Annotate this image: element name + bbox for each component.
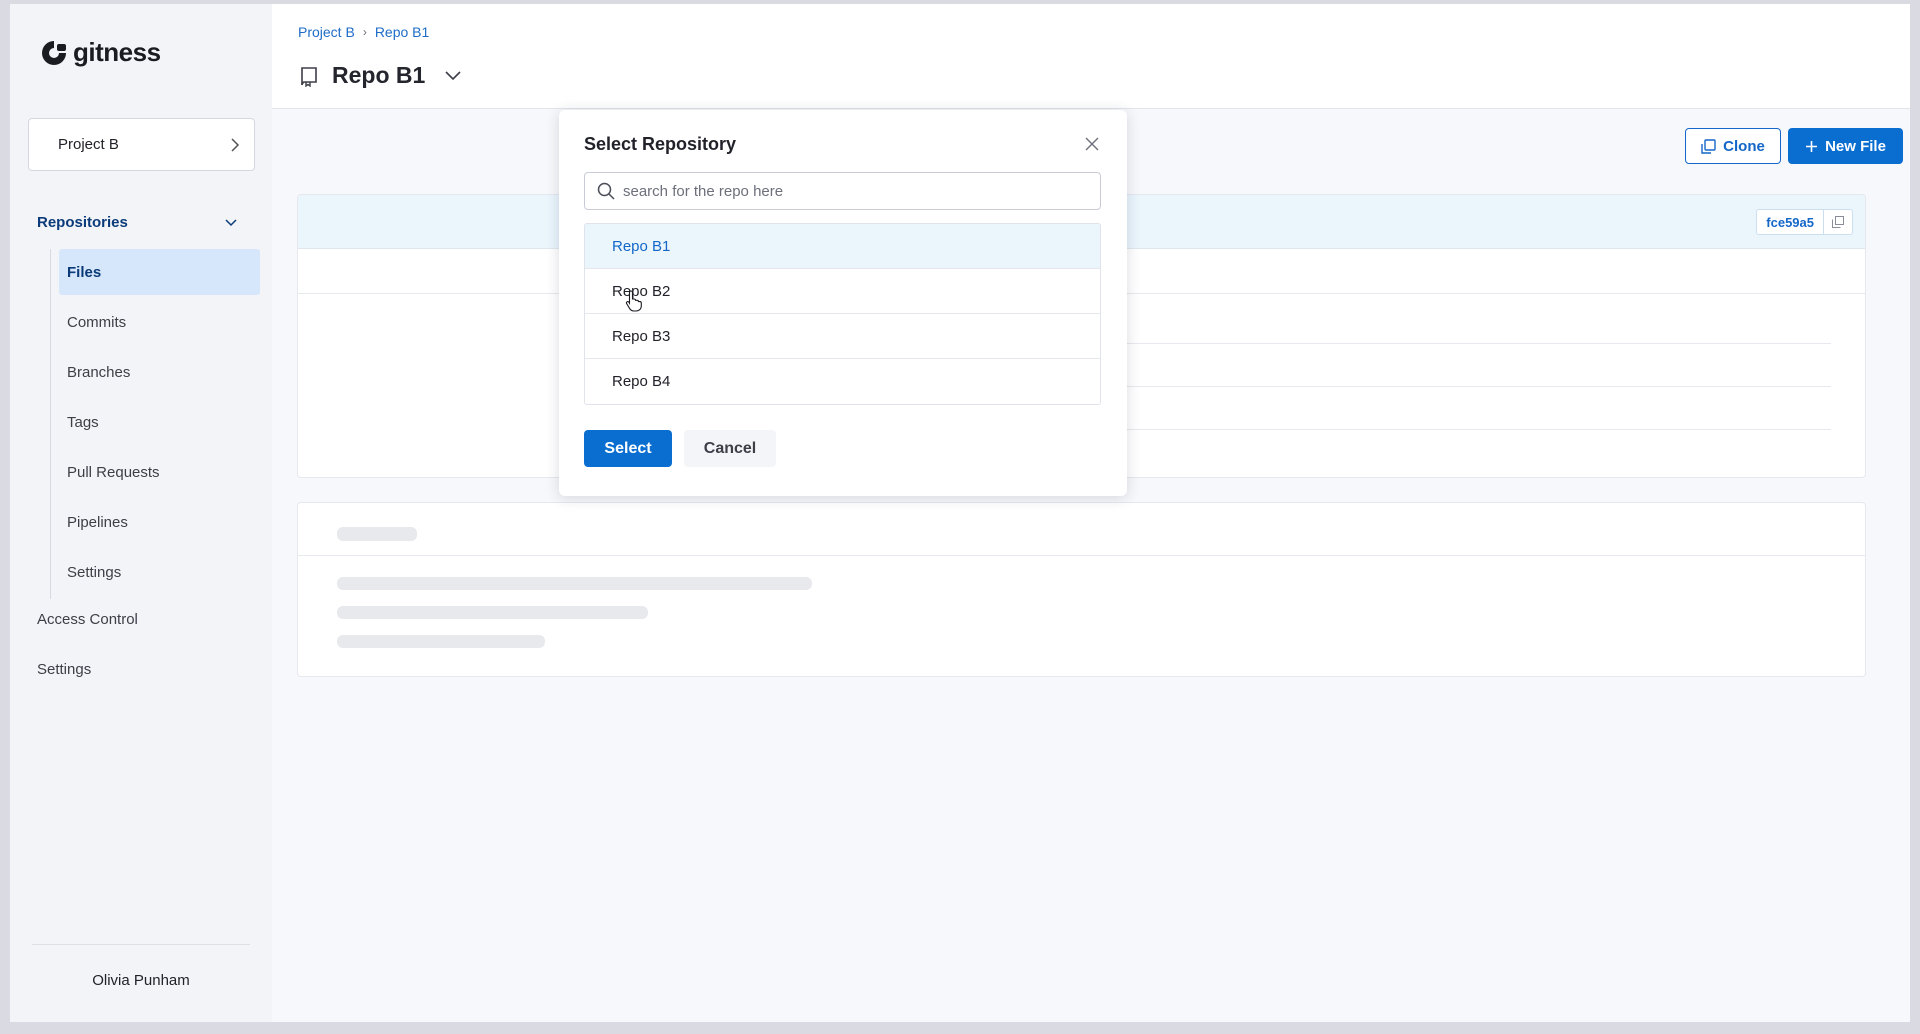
sidebar-item-pull-requests[interactable]: Pull Requests [59, 449, 260, 495]
new-file-button[interactable]: New File [1788, 128, 1903, 164]
repo-list: Repo B1 Repo B2 Repo B3 Repo B4 [584, 223, 1101, 405]
sidebar-item-access-control[interactable]: Access Control [37, 611, 138, 628]
repo-option-b4[interactable]: Repo B4 [585, 359, 1100, 404]
commit-sha-badge[interactable]: fce59a5 [1756, 209, 1853, 235]
title-row[interactable]: Repo B1 [298, 62, 461, 89]
repo-option-b1[interactable]: Repo B1 [585, 224, 1100, 269]
skeleton-line [337, 606, 648, 619]
project-selector[interactable]: Project B [28, 118, 255, 171]
sidebar-item-repo-settings[interactable]: Settings [59, 549, 260, 595]
app-frame: gitness Project B Repositories Files Com… [10, 4, 1910, 1022]
app-logo[interactable]: gitness [39, 37, 161, 68]
readme-card-loading [297, 502, 1866, 677]
sidebar-item-files[interactable]: Files [59, 249, 260, 295]
sidebar-item-commits[interactable]: Commits [59, 299, 260, 345]
search-icon [597, 182, 615, 200]
repository-icon [301, 66, 317, 87]
commit-sha[interactable]: fce59a5 [1757, 210, 1824, 234]
user-name[interactable]: Olivia Punham [10, 972, 272, 989]
skeleton-title [337, 527, 417, 541]
copy-icon[interactable] [1824, 210, 1852, 234]
sidebar-item-pipelines[interactable]: Pipelines [59, 499, 260, 545]
readme-divider [298, 555, 1865, 556]
app-name: gitness [73, 37, 161, 67]
sidebar-divider [32, 944, 250, 945]
nav-section-repositories[interactable]: Repositories [37, 214, 247, 231]
plus-icon [1806, 140, 1818, 152]
chevron-right-icon [231, 137, 240, 152]
nav-section-label: Repositories [37, 214, 128, 231]
repo-option-b2[interactable]: Repo B2 [585, 269, 1100, 314]
clone-button[interactable]: Clone [1685, 128, 1781, 164]
sidebar-item-tags[interactable]: Tags [59, 399, 260, 445]
sidebar: gitness Project B Repositories Files Com… [10, 4, 272, 1022]
sidebar-item-branches[interactable]: Branches [59, 349, 260, 395]
chevron-down-icon [445, 70, 461, 80]
repo-option-b3[interactable]: Repo B3 [585, 314, 1100, 359]
breadcrumb-separator-icon: › [362, 25, 367, 39]
dialog-title: Select Repository [584, 134, 737, 154]
close-icon[interactable] [1084, 136, 1100, 152]
clone-icon [1701, 138, 1716, 154]
select-button[interactable]: Select [584, 430, 672, 467]
breadcrumb-project[interactable]: Project B [298, 24, 355, 40]
sidebar-item-settings[interactable]: Settings [37, 661, 91, 678]
page-title: Repo B1 [332, 62, 426, 88]
project-label: Project B [58, 136, 119, 153]
new-file-label: New File [1825, 137, 1886, 155]
skeleton-line [337, 635, 545, 648]
select-repository-dialog: Select Repository Repo B1 Repo B2 Repo B… [559, 110, 1127, 496]
repo-search-field[interactable] [584, 172, 1101, 210]
main-content: Project B › Repo B1 Repo B1 Clone New Fi… [272, 4, 1910, 1022]
page-header: Project B › Repo B1 Repo B1 [272, 4, 1910, 109]
cancel-button[interactable]: Cancel [684, 430, 776, 467]
clone-label: Clone [1723, 137, 1765, 155]
repo-search-input[interactable] [623, 182, 1083, 200]
chevron-down-icon [225, 218, 237, 226]
skeleton-line [337, 577, 812, 590]
gitness-logo-icon [42, 40, 66, 65]
repositories-subnav: Files Commits Branches Tags Pull Request… [50, 249, 260, 599]
breadcrumb-repo[interactable]: Repo B1 [375, 24, 429, 40]
breadcrumb: Project B › Repo B1 [298, 24, 429, 40]
